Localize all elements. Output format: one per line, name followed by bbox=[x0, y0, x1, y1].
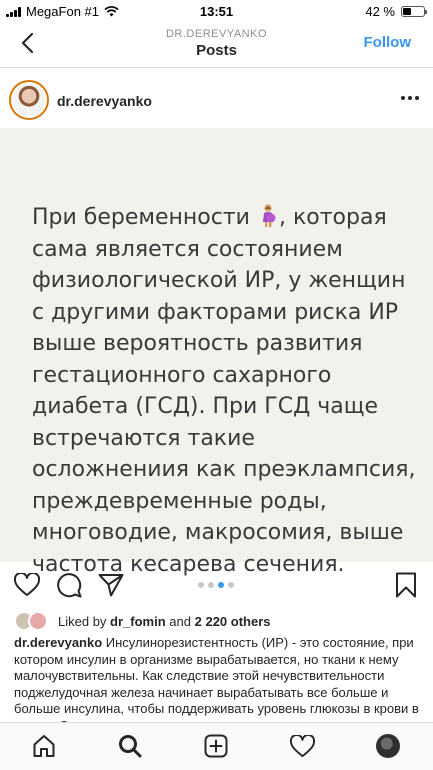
post-header: dr.derevyanko bbox=[0, 76, 433, 126]
like-button[interactable] bbox=[12, 570, 42, 600]
status-bar: MegaFon #1 13:51 42 % bbox=[0, 0, 433, 22]
battery-fill bbox=[403, 8, 412, 15]
tab-search[interactable] bbox=[115, 731, 145, 761]
carousel-dot bbox=[228, 582, 234, 588]
carousel-indicator bbox=[198, 582, 234, 588]
bookmark-icon bbox=[396, 572, 416, 598]
dot bbox=[401, 96, 405, 100]
post-actions bbox=[0, 566, 433, 606]
comment-icon bbox=[57, 573, 82, 598]
carousel-dot-active bbox=[218, 582, 224, 588]
profile-avatar bbox=[376, 734, 400, 758]
dot bbox=[408, 96, 412, 100]
post-text-start: При беременности bbox=[32, 205, 250, 230]
tab-profile[interactable] bbox=[373, 731, 403, 761]
post-text-rest: , которая сама является состоянием физио… bbox=[32, 205, 416, 577]
dot bbox=[415, 96, 419, 100]
post-caption: dr.derevyanko Инсулинорезистентность (ИР… bbox=[14, 635, 420, 723]
tab-home[interactable] bbox=[29, 731, 59, 761]
search-icon bbox=[119, 735, 142, 758]
add-post-icon bbox=[204, 734, 228, 758]
battery-percent: 42 % bbox=[365, 4, 395, 19]
avatar bbox=[28, 611, 48, 631]
more-options-button[interactable] bbox=[401, 96, 419, 100]
tab-new-post[interactable] bbox=[201, 731, 231, 761]
avatar[interactable] bbox=[9, 80, 49, 120]
status-right: 42 % bbox=[365, 4, 427, 19]
post-username[interactable]: dr.derevyanko bbox=[57, 93, 152, 109]
liked-others[interactable]: 2 220 others bbox=[195, 614, 271, 629]
caption-username[interactable]: dr.derevyanko bbox=[14, 635, 102, 650]
bottom-tab-bar bbox=[0, 722, 433, 770]
home-icon bbox=[33, 735, 55, 757]
heart-icon bbox=[14, 573, 40, 596]
post-image-text: При беременности , которая сама является… bbox=[32, 202, 416, 580]
send-icon bbox=[98, 574, 124, 597]
battery-icon bbox=[401, 6, 427, 17]
follow-button[interactable]: Follow bbox=[364, 34, 412, 51]
carousel-dot bbox=[208, 582, 214, 588]
liker-avatars bbox=[14, 611, 52, 631]
likes-summary[interactable]: Liked by dr_fomin and 2 220 others bbox=[14, 610, 271, 632]
nav-header: DR.DEREVYANKO Posts Follow bbox=[0, 22, 433, 68]
pregnant-woman-icon bbox=[262, 204, 276, 227]
liked-connector: and bbox=[169, 613, 191, 629]
save-button[interactable] bbox=[391, 570, 421, 600]
share-button[interactable] bbox=[96, 570, 126, 600]
post-image[interactable]: При беременности , которая сама является… bbox=[0, 128, 433, 577]
avatar-image bbox=[13, 84, 45, 116]
liked-prefix: Liked by bbox=[58, 613, 107, 629]
comment-button[interactable] bbox=[54, 570, 84, 600]
liked-user[interactable]: dr_fomin bbox=[110, 614, 166, 629]
heart-icon bbox=[289, 734, 315, 757]
tab-activity[interactable] bbox=[287, 731, 317, 761]
carousel-dot bbox=[198, 582, 204, 588]
